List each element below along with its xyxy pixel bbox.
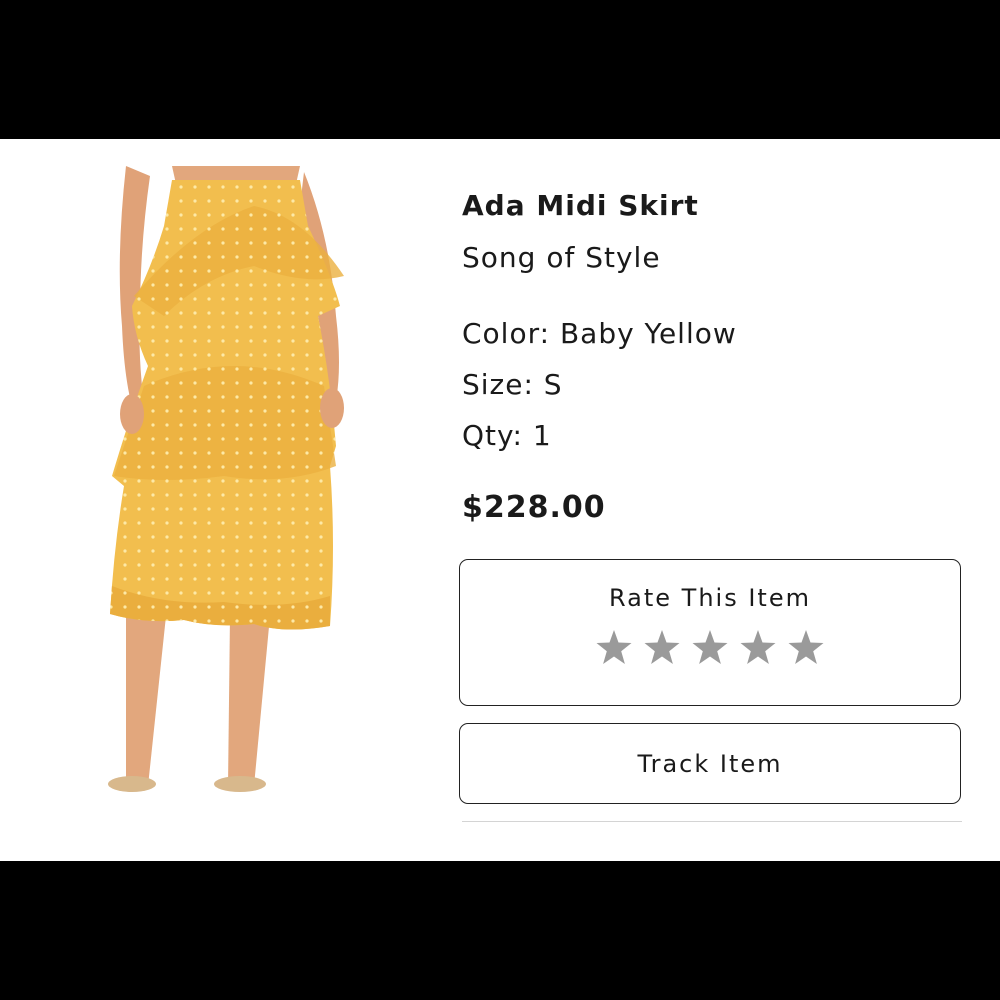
star-5-icon[interactable] bbox=[786, 628, 826, 668]
star-4-icon[interactable] bbox=[738, 628, 778, 668]
track-item-button[interactable]: Track Item bbox=[459, 723, 961, 804]
product-quantity: Qty: 1 bbox=[462, 419, 552, 452]
product-name[interactable]: Ada Midi Skirt bbox=[462, 189, 699, 222]
product-brand[interactable]: Song of Style bbox=[462, 241, 661, 274]
track-item-label: Track Item bbox=[637, 749, 783, 778]
divider bbox=[462, 821, 962, 822]
rate-item-card: Rate This Item bbox=[459, 559, 961, 706]
star-3-icon[interactable] bbox=[690, 628, 730, 668]
star-rating bbox=[460, 628, 960, 668]
star-2-icon[interactable] bbox=[642, 628, 682, 668]
product-price: $228.00 bbox=[462, 490, 606, 525]
rate-item-label: Rate This Item bbox=[609, 584, 811, 612]
product-size: Size: S bbox=[462, 368, 563, 401]
star-1-icon[interactable] bbox=[594, 628, 634, 668]
product-color: Color: Baby Yellow bbox=[462, 317, 737, 350]
product-image[interactable] bbox=[104, 166, 366, 806]
order-item-card: Ada Midi Skirt Song of Style Color: Baby… bbox=[0, 139, 1000, 861]
